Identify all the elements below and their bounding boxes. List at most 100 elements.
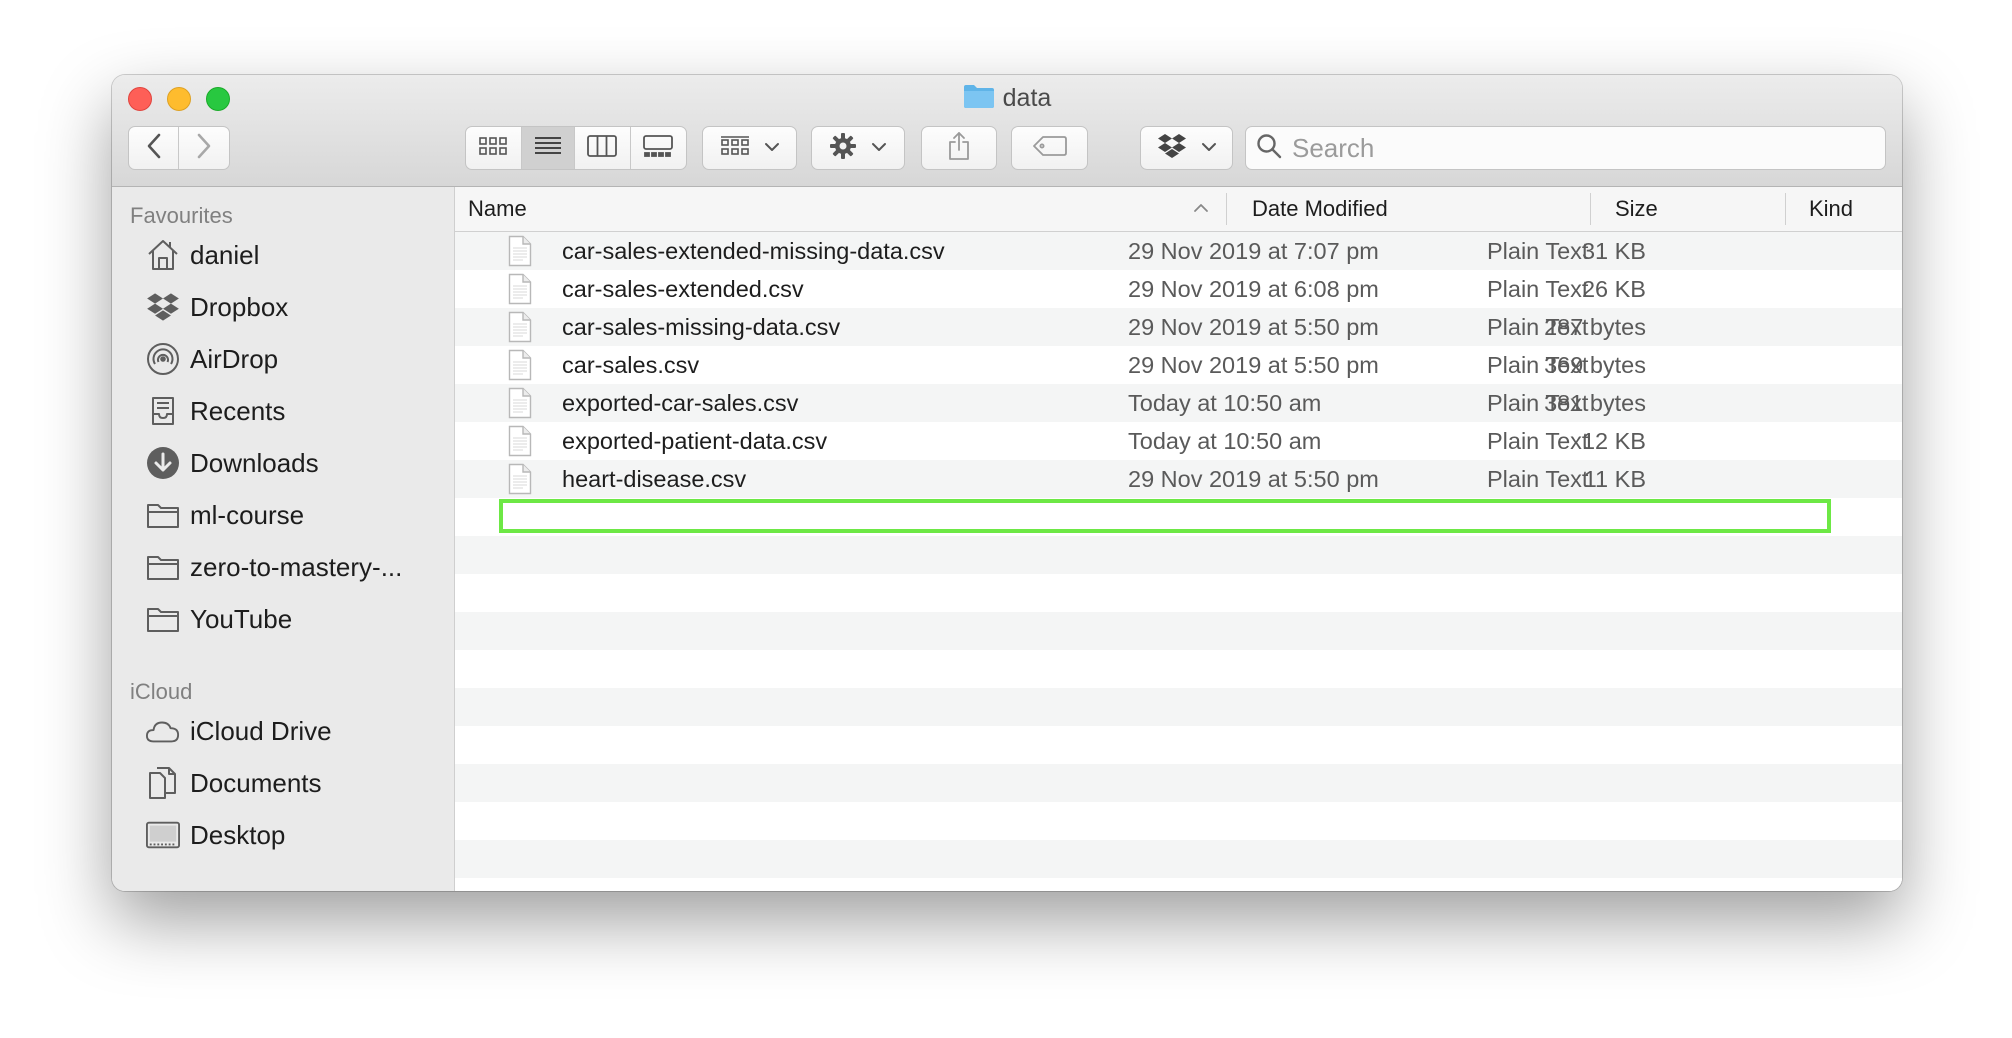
- list-view-button[interactable]: [521, 127, 576, 169]
- sidebar-item-label: AirDrop: [190, 343, 279, 374]
- folder-icon: [146, 550, 180, 584]
- chevron-left-icon: [146, 133, 162, 164]
- file-row[interactable]: car-sales-missing-data.csv 29 Nov 2019 a…: [455, 308, 1902, 346]
- file-name: car-sales-missing-data.csv: [562, 313, 841, 340]
- share-icon: [947, 131, 971, 166]
- sidebar-item-recents[interactable]: Recents: [146, 387, 446, 435]
- sidebar-item-daniel[interactable]: daniel: [146, 231, 446, 279]
- dropbox-menu-button[interactable]: [1140, 126, 1233, 170]
- file-date-modified: 29 Nov 2019 at 5:50 pm: [1128, 351, 1379, 378]
- file-row[interactable]: car-sales-extended.csv 29 Nov 2019 at 6:…: [455, 270, 1902, 308]
- column-divider[interactable]: [1590, 193, 1591, 225]
- desktop-icon: [146, 818, 180, 852]
- folder-icon: [963, 83, 995, 114]
- column-header-date-modified[interactable]: Date Modified: [1252, 187, 1582, 231]
- sidebar: Favourites daniel Dropbox AirDrop Recent…: [112, 187, 455, 891]
- file-date-modified: 29 Nov 2019 at 6:08 pm: [1128, 275, 1379, 302]
- view-mode-control: [465, 126, 687, 170]
- file-name: car-sales-extended-missing-data.csv: [562, 237, 945, 264]
- sidebar-item-label: YouTube: [190, 603, 293, 634]
- sidebar-item-airdrop[interactable]: AirDrop: [146, 335, 446, 383]
- sidebar-item-label: Downloads: [190, 447, 319, 478]
- file-kind: Plain Text: [1487, 427, 1589, 454]
- folder-icon: [146, 498, 180, 532]
- file-row[interactable]: car-sales.csv 29 Nov 2019 at 5:50 pm 369…: [455, 346, 1902, 384]
- title-bar: data: [112, 75, 1902, 187]
- sidebar-item-label: daniel: [190, 239, 260, 270]
- column-header-kind[interactable]: Kind: [1809, 187, 1899, 231]
- file-name: exported-patient-data.csv: [562, 427, 828, 454]
- column-view-button[interactable]: [575, 127, 631, 169]
- file-size: 31 KB: [1581, 237, 1646, 264]
- home-icon: [146, 238, 180, 272]
- sort-ascending-icon: [1193, 200, 1209, 218]
- column-divider[interactable]: [1226, 193, 1227, 225]
- file-kind: Plain Text: [1487, 351, 1589, 378]
- sidebar-item-icloud-drive[interactable]: iCloud Drive: [146, 707, 446, 755]
- file-name: heart-disease.csv: [562, 465, 747, 492]
- sidebar-item-label: zero-to-mastery-...: [190, 551, 403, 582]
- column-header-label: Date Modified: [1252, 196, 1388, 221]
- sidebar-item-youtube[interactable]: YouTube: [146, 595, 446, 643]
- file-row[interactable]: heart-disease.csv 29 Nov 2019 at 5:50 pm…: [455, 460, 1902, 498]
- tag-button[interactable]: [1011, 126, 1088, 170]
- document-icon: [508, 346, 532, 384]
- column-divider[interactable]: [1785, 193, 1786, 225]
- column-view-icon: [587, 134, 618, 162]
- file-row[interactable]: exported-patient-data.csv Today at 10:50…: [455, 422, 1902, 460]
- back-button[interactable]: [129, 127, 180, 169]
- sidebar-item-documents[interactable]: Documents: [146, 759, 446, 807]
- column-header-label: Name: [468, 196, 527, 221]
- group-by-button[interactable]: [702, 126, 797, 170]
- file-kind: Plain Text: [1487, 465, 1589, 492]
- file-size: 26 KB: [1581, 275, 1646, 302]
- recents-icon: [146, 394, 180, 428]
- file-size: 11 KB: [1583, 465, 1646, 492]
- sidebar-item-downloads[interactable]: Downloads: [146, 439, 446, 487]
- folder-icon: [146, 602, 180, 636]
- gallery-view-button[interactable]: [631, 127, 686, 169]
- sidebar-item-desktop[interactable]: Desktop: [146, 811, 446, 859]
- gear-icon: [829, 132, 857, 165]
- file-date-modified: 29 Nov 2019 at 5:50 pm: [1128, 313, 1379, 340]
- sidebar-item-label: Documents: [190, 767, 322, 798]
- column-header-size[interactable]: Size: [1615, 187, 1785, 231]
- column-header-label: Size: [1615, 196, 1658, 221]
- search-field[interactable]: [1245, 126, 1886, 170]
- file-date-modified: 29 Nov 2019 at 5:50 pm: [1128, 465, 1379, 492]
- document-icon: [508, 270, 532, 308]
- search-icon: [1256, 133, 1282, 164]
- downloads-icon: [146, 446, 180, 480]
- sidebar-item-ml-course[interactable]: ml-course: [146, 491, 446, 539]
- file-kind: Plain Text: [1487, 237, 1589, 264]
- file-date-modified: 29 Nov 2019 at 7:07 pm: [1128, 237, 1379, 264]
- sidebar-item-zero-to-mastery[interactable]: zero-to-mastery-...: [146, 543, 446, 591]
- dropbox-icon: [146, 290, 180, 324]
- dropbox-icon: [1157, 133, 1187, 164]
- gallery-view-icon: [643, 134, 674, 162]
- document-icon: [508, 384, 532, 422]
- icon-view-button[interactable]: [466, 127, 522, 169]
- column-header-name[interactable]: Name: [468, 187, 1088, 231]
- sidebar-item-dropbox[interactable]: Dropbox: [146, 283, 446, 331]
- document-icon: [508, 308, 532, 346]
- file-kind: Plain Text: [1487, 275, 1589, 302]
- column-header-label: Kind: [1809, 196, 1854, 221]
- share-button[interactable]: [921, 126, 997, 170]
- sidebar-heading-icloud: iCloud: [130, 679, 193, 704]
- action-menu-button[interactable]: [811, 126, 905, 170]
- forward-button[interactable]: [179, 127, 229, 169]
- file-rows: car-sales-extended-missing-data.csv 29 N…: [455, 232, 1902, 498]
- file-kind: Plain Text: [1487, 313, 1589, 340]
- search-input[interactable]: [1292, 132, 1852, 164]
- sidebar-item-label: iCloud Drive: [190, 715, 332, 746]
- tag-icon: [1032, 135, 1067, 161]
- chevron-down-icon: [764, 139, 780, 157]
- file-row[interactable]: car-sales-extended-missing-data.csv 29 N…: [455, 232, 1902, 270]
- file-list-pane: Name Date Modified Size Kind car-sales-e…: [455, 187, 1902, 891]
- column-header-bar: Name Date Modified Size Kind: [455, 187, 1902, 232]
- list-view-icon: [534, 136, 562, 161]
- file-row[interactable]: exported-car-sales.csv Today at 10:50 am…: [455, 384, 1902, 422]
- cloud-icon: [146, 714, 180, 748]
- back-forward-control: [128, 126, 230, 170]
